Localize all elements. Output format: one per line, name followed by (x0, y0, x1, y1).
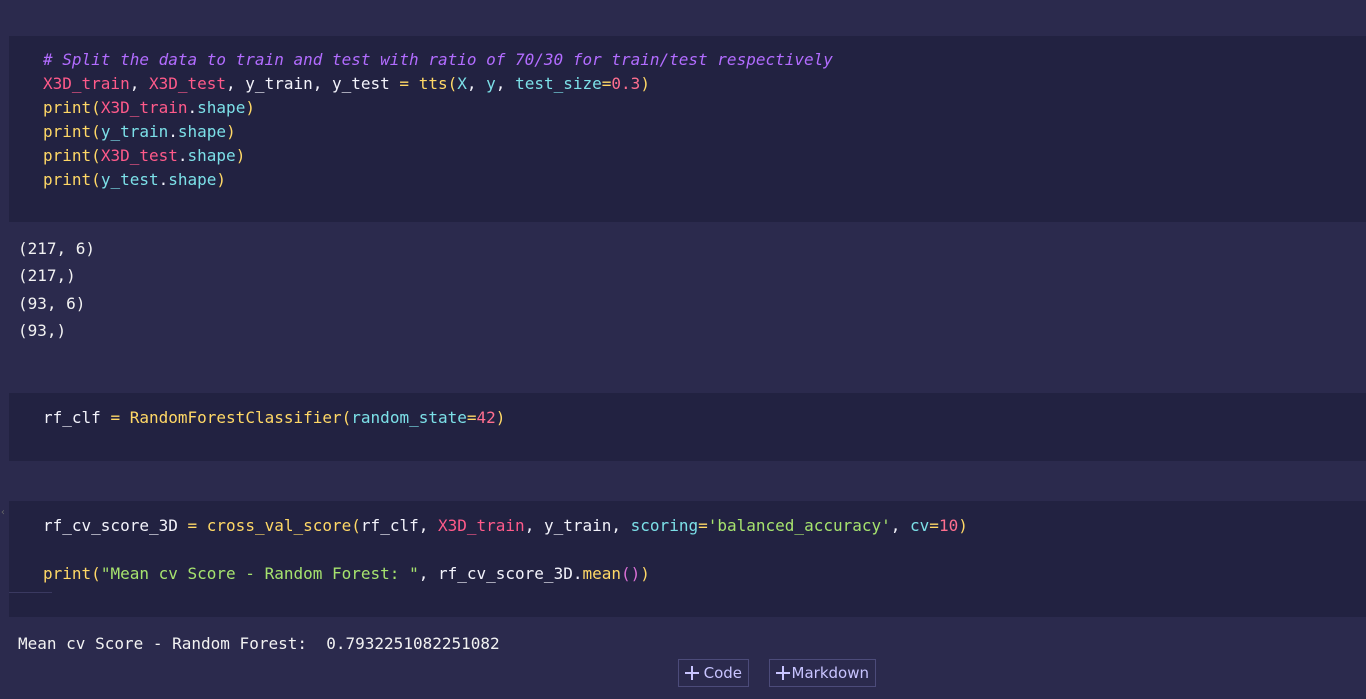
code-token: ) (216, 170, 227, 189)
code-token: = (399, 74, 410, 93)
code-token: = (466, 408, 477, 427)
code-token: "Mean cv Score - Random Forest: " (100, 564, 419, 583)
code-token: ( (91, 146, 101, 165)
code-token: ( (91, 122, 101, 141)
code-token: shape (197, 98, 246, 117)
code-line[interactable]: print(y_train.shape) (43, 120, 236, 144)
code-token: random_state (351, 408, 467, 427)
code-token: = (601, 74, 612, 93)
code-token: ) (235, 146, 246, 165)
output-line: (93, 6) (18, 294, 86, 313)
code-token: test_size (515, 74, 602, 93)
code-token: X3D_train (437, 516, 525, 535)
code-token: . (168, 122, 178, 141)
code-token: = (698, 516, 708, 535)
code-token: = (110, 408, 121, 427)
code-token: ( (91, 170, 101, 189)
code-token: print (43, 146, 92, 165)
code-token: 0.3 (611, 74, 641, 93)
code-line[interactable]: print(y_test.shape) (43, 168, 226, 192)
code-token: ( (447, 74, 458, 93)
code-line[interactable]: print(X3D_train.shape) (43, 96, 255, 120)
output-line: Mean cv Score - Random Forest: 0.7932251… (18, 634, 500, 653)
code-line[interactable]: print("Mean cv Score - Random Forest: ",… (43, 562, 650, 586)
code-token: ) (226, 122, 236, 141)
code-token: tts (418, 74, 448, 93)
code-token: ( (91, 98, 101, 117)
output-line: (93,) (18, 321, 67, 340)
code-token: , (466, 74, 487, 93)
code-token: ( (91, 564, 101, 583)
code-token: X3D_train (100, 98, 188, 117)
code-token: . (187, 98, 198, 117)
output-line: (217, 6) (18, 239, 96, 258)
code-token: ) (640, 564, 650, 583)
code-line[interactable]: print(X3D_test.shape) (43, 144, 245, 168)
code-token: , (495, 74, 516, 93)
code-token: scoring (630, 516, 699, 535)
plus-icon (776, 666, 790, 680)
code-token: ) (495, 408, 506, 427)
code-token: cross_val_score (206, 516, 352, 535)
code-token: X3D_train (43, 74, 130, 93)
code-token: X (457, 74, 467, 93)
code-token: 'balanced_accuracy' (707, 516, 891, 535)
code-token: , y_train, y_test (226, 74, 400, 93)
code-token: y (486, 74, 496, 93)
code-token: print (43, 170, 92, 189)
cursor-line (9, 592, 52, 593)
code-token: ( (341, 408, 352, 427)
code-token: shape (187, 146, 236, 165)
code-token: rf_clf (43, 408, 111, 427)
output-line: (217,) (18, 266, 76, 285)
code-token: cv (910, 516, 930, 535)
code-token: ) (640, 74, 650, 93)
code-line[interactable]: # Split the data to train and test with … (43, 48, 833, 72)
plus-icon (685, 666, 699, 680)
code-token: 10 (938, 516, 959, 535)
code-token: = (187, 516, 198, 535)
code-token: = (929, 516, 939, 535)
code-token: ) (245, 98, 255, 117)
code-token: , rf_cv_score_3D. (418, 564, 583, 583)
code-token: y_train (100, 122, 169, 141)
code-token: . (158, 170, 169, 189)
code-token: , (129, 74, 149, 93)
code-token: print (43, 122, 92, 141)
code-token: RandomForestClassifier (129, 408, 342, 427)
code-token: rf_clf, (360, 516, 438, 535)
add-code-cell-button[interactable]: Code (678, 659, 749, 687)
add-code-label: Code (703, 664, 742, 682)
add-markdown-cell-button[interactable]: Markdown (769, 659, 876, 687)
code-token: . (177, 146, 188, 165)
code-token: X3D_test (100, 146, 178, 165)
code-line[interactable]: rf_cv_score_3D = cross_val_score(rf_clf,… (43, 514, 968, 538)
code-token: rf_cv_score_3D (43, 516, 188, 535)
code-token: print (43, 564, 92, 583)
code-token: ) (958, 516, 968, 535)
code-line[interactable]: X3D_train, X3D_test, y_train, y_test = t… (43, 72, 650, 96)
code-token: 42 (476, 408, 496, 427)
code-line[interactable]: rf_clf = RandomForestClassifier(random_s… (43, 406, 505, 430)
code-token: , (890, 516, 911, 535)
code-token: print (43, 98, 92, 117)
code-token: , y_train, (524, 516, 631, 535)
code-token: mean (582, 564, 621, 583)
code-token: X3D_test (148, 74, 227, 93)
add-markdown-label: Markdown (791, 664, 869, 682)
code-token: shape (168, 170, 217, 189)
code-token: shape (177, 122, 227, 141)
gutter-marker-icon: ‹ (0, 507, 7, 518)
code-token: () (621, 564, 641, 583)
code-token: # Split the data to train and test with … (43, 50, 833, 69)
code-token: y_test (100, 170, 159, 189)
code-token: ( (351, 516, 361, 535)
